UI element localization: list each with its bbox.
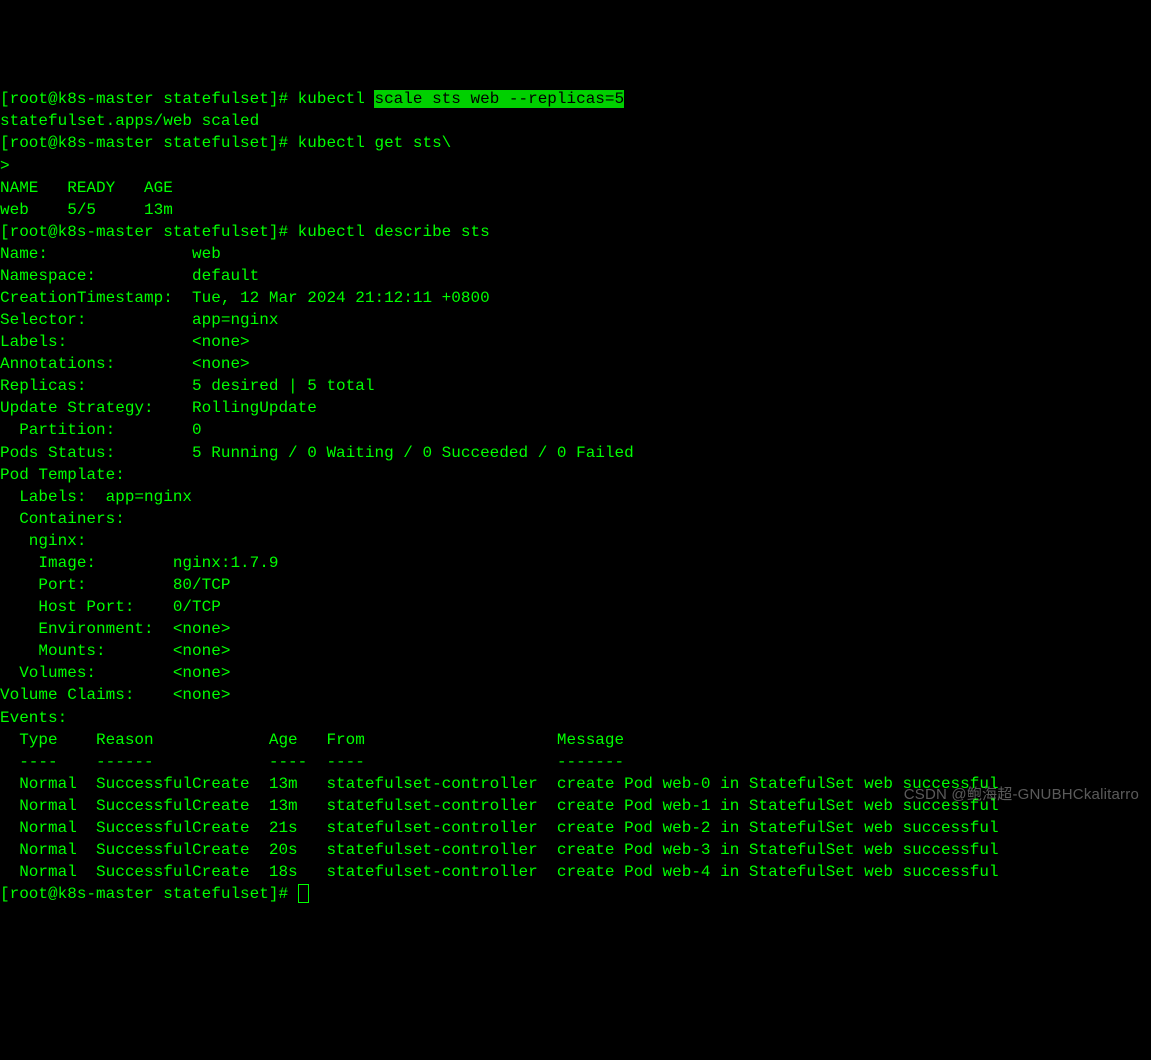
prompt: [root@k8s-master statefulset]#	[0, 223, 298, 241]
desc-timestamp: CreationTimestamp: Tue, 12 Mar 2024 21:1…	[0, 289, 490, 307]
desc-pt-env: Environment: <none>	[0, 620, 230, 638]
desc-pt-nginx: nginx:	[0, 532, 86, 550]
desc-pt-mounts: Mounts: <none>	[0, 642, 230, 660]
output-line: statefulset.apps/web scaled	[0, 112, 259, 130]
desc-pods-status: Pods Status: 5 Running / 0 Waiting / 0 S…	[0, 444, 634, 462]
desc-namespace: Namespace: default	[0, 267, 259, 285]
event-row: Normal SuccessfulCreate 13m statefulset-…	[0, 797, 999, 815]
desc-pt-port: Port: 80/TCP	[0, 576, 230, 594]
desc-events: Events:	[0, 709, 67, 727]
desc-pt-labels: Labels: app=nginx	[0, 488, 192, 506]
desc-partition: Partition: 0	[0, 421, 202, 439]
event-row: Normal SuccessfulCreate 20s statefulset-…	[0, 841, 999, 859]
desc-name: Name: web	[0, 245, 221, 263]
desc-annotations: Annotations: <none>	[0, 355, 250, 373]
cmd-text: kubectl get sts\	[298, 134, 452, 152]
desc-selector: Selector: app=nginx	[0, 311, 278, 329]
event-row: Normal SuccessfulCreate 13m statefulset-…	[0, 775, 999, 793]
events-header: Type Reason Age From Message	[0, 731, 624, 749]
cmd-prefix: kubectl	[298, 90, 375, 108]
events-separator: ---- ------ ---- ---- -------	[0, 753, 624, 771]
prompt: [root@k8s-master statefulset]#	[0, 134, 298, 152]
desc-pt-volumes: Volumes: <none>	[0, 664, 230, 682]
desc-pt-containers: Containers:	[0, 510, 125, 528]
terminal[interactable]: [root@k8s-master statefulset]# kubectl s…	[0, 88, 1151, 905]
prompt: [root@k8s-master statefulset]#	[0, 885, 298, 903]
desc-pt-hostport: Host Port: 0/TCP	[0, 598, 221, 616]
desc-update-strategy: Update Strategy: RollingUpdate	[0, 399, 317, 417]
desc-replicas: Replicas: 5 desired | 5 total	[0, 377, 374, 395]
desc-volume-claims: Volume Claims: <none>	[0, 686, 230, 704]
event-row: Normal SuccessfulCreate 18s statefulset-…	[0, 863, 999, 881]
continuation-prompt: >	[0, 157, 19, 175]
prompt: [root@k8s-master statefulset]#	[0, 90, 298, 108]
desc-pt-image: Image: nginx:1.7.9	[0, 554, 278, 572]
table-row: web 5/5 13m	[0, 201, 173, 219]
desc-labels: Labels: <none>	[0, 333, 250, 351]
event-row: Normal SuccessfulCreate 21s statefulset-…	[0, 819, 999, 837]
desc-pod-template: Pod Template:	[0, 466, 125, 484]
table-header: NAME READY AGE	[0, 179, 173, 197]
cmd-text: kubectl describe sts	[298, 223, 490, 241]
watermark: CSDN @鲍海超-GNUBHCkalitarro	[904, 785, 1139, 806]
cursor-icon[interactable]	[298, 884, 309, 903]
cmd-highlight: scale sts web --replicas=5	[374, 90, 624, 108]
